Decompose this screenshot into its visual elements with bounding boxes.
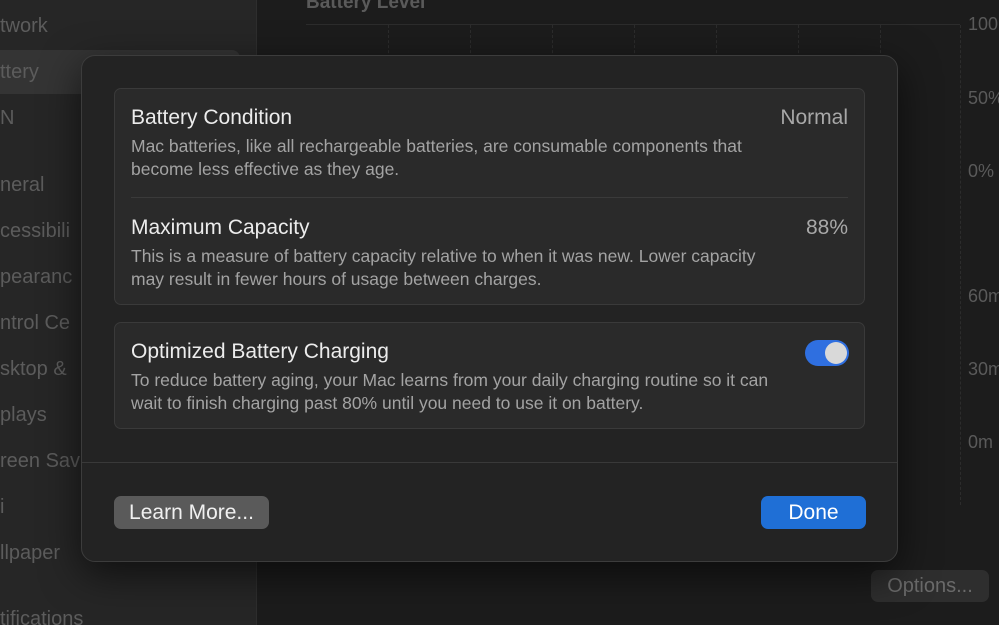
battery-health-sheet: Battery Condition Normal Mac batteries, … [81, 55, 898, 562]
optimized-charging-description: To reduce battery aging, your Mac learns… [131, 370, 769, 413]
sidebar-item-desktop-dock[interactable]: sktop & [0, 347, 67, 391]
sidebar-item-wallpaper[interactable]: llpaper [0, 531, 60, 575]
toggle-knob [825, 342, 847, 364]
optimized-charging-title: Optimized Battery Charging [131, 340, 389, 363]
footer-divider [82, 462, 897, 463]
row-separator [131, 197, 848, 198]
sidebar-item-general[interactable]: neral [0, 163, 44, 207]
sidebar-item-control-center[interactable]: ntrol Ce [0, 301, 70, 345]
battery-condition-title: Battery Condition [131, 106, 293, 129]
optimized-charging-row: Optimized Battery Charging To reduce bat… [131, 339, 848, 415]
options-button[interactable]: Options... [871, 570, 989, 602]
sidebar-item-appearance[interactable]: pearanc [0, 255, 72, 299]
chart-tick-label: 100 [968, 14, 999, 34]
battery-condition-row: Battery Condition Normal Mac batteries, … [131, 105, 848, 181]
maximum-capacity-description: This is a measure of battery capacity re… [131, 246, 756, 289]
battery-info-group: Battery Condition Normal Mac batteries, … [114, 88, 865, 305]
section-title: Battery Level [306, 0, 426, 13]
optimized-charging-group: Optimized Battery Charging To reduce bat… [114, 322, 865, 429]
done-button[interactable]: Done [761, 496, 866, 529]
sidebar-item-siri[interactable]: i [0, 485, 4, 529]
battery-condition-value: Normal [780, 106, 848, 129]
chart-gridline [960, 25, 961, 505]
sidebar-item-network[interactable]: twork [0, 4, 48, 48]
maximum-capacity-row: Maximum Capacity 88% This is a measure o… [131, 215, 848, 291]
chart-tick-label: 0m [968, 432, 994, 452]
chart-tick-label: 60m [968, 286, 999, 306]
sidebar-item-vpn[interactable]: N [0, 96, 14, 140]
chart-tick-label: 50% [968, 88, 999, 108]
optimized-charging-toggle[interactable] [805, 340, 849, 366]
learn-more-button[interactable]: Learn More... [114, 496, 269, 529]
sidebar-item-notifications[interactable]: tifications [0, 597, 83, 625]
chart-tick-label: 30m [968, 359, 999, 379]
maximum-capacity-title: Maximum Capacity [131, 216, 310, 239]
maximum-capacity-value: 88% [805, 216, 848, 239]
chart-tick-label: 0% [968, 161, 995, 181]
sidebar-item-accessibility[interactable]: cessibili [0, 209, 70, 253]
sidebar-item-displays[interactable]: plays [0, 393, 47, 437]
battery-condition-description: Mac batteries, like all rechargeable bat… [131, 136, 742, 179]
system-settings-window: twork ttery N neral cessibili pearanc nt… [0, 0, 999, 625]
sidebar-item-screen-saver[interactable]: reen Sav [0, 439, 80, 483]
